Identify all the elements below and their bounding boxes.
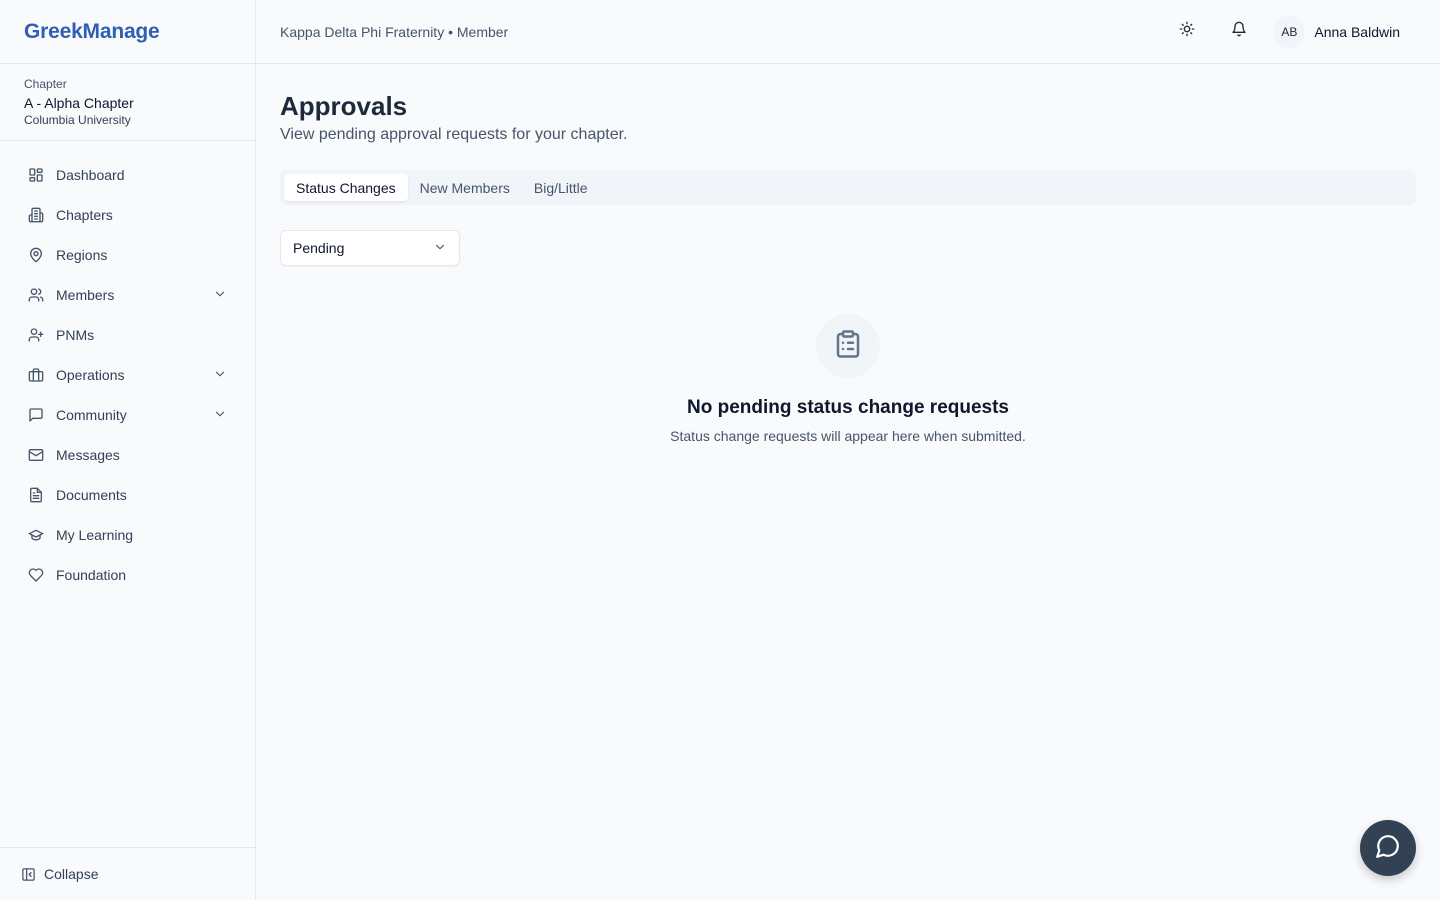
chat-icon bbox=[28, 407, 44, 423]
main-content: Approvals View pending approval requests… bbox=[280, 64, 1416, 444]
bell-icon bbox=[1231, 21, 1247, 42]
empty-state-message: Status change requests will appear here … bbox=[670, 428, 1026, 444]
status-filter-value: Pending bbox=[293, 240, 345, 256]
chevron-down-icon bbox=[433, 240, 447, 257]
sidebar-item-label: Dashboard bbox=[56, 167, 125, 183]
sidebar-item-operations[interactable]: Operations bbox=[0, 355, 255, 395]
heart-icon bbox=[28, 567, 44, 583]
sidebar-nav: Dashboard Chapters Regions Members PNMs … bbox=[0, 141, 255, 595]
briefcase-icon bbox=[28, 367, 44, 383]
chapter-label: Chapter bbox=[24, 77, 67, 91]
sidebar-item-label: Operations bbox=[56, 367, 125, 383]
map-pin-icon bbox=[28, 247, 44, 263]
sidebar-item-label: Documents bbox=[56, 487, 127, 503]
user-menu[interactable]: AB Anna Baldwin bbox=[1273, 15, 1400, 48]
chevron-down-icon[interactable] bbox=[213, 367, 227, 384]
graduation-cap-icon bbox=[28, 527, 44, 543]
chevron-down-icon[interactable] bbox=[213, 287, 227, 304]
chevron-down-icon[interactable] bbox=[213, 407, 227, 424]
building-icon bbox=[28, 207, 44, 223]
empty-state-icon-wrapper bbox=[816, 314, 880, 378]
sidebar-item-pnms[interactable]: PNMs bbox=[0, 315, 255, 355]
tab-new-members[interactable]: New Members bbox=[408, 174, 522, 201]
chapter-name: A - Alpha Chapter bbox=[24, 95, 134, 111]
panel-collapse-icon bbox=[21, 867, 36, 882]
breadcrumb: Kappa Delta Phi Fraternity • Member bbox=[280, 23, 509, 40]
page-subtitle: View pending approval requests for your … bbox=[280, 126, 628, 143]
empty-state: No pending status change requests Status… bbox=[280, 314, 1416, 444]
sidebar-item-messages[interactable]: Messages bbox=[0, 435, 255, 475]
clipboard-list-icon bbox=[833, 329, 863, 364]
sidebar-item-community[interactable]: Community bbox=[0, 395, 255, 435]
sidebar-item-label: Community bbox=[56, 407, 127, 423]
document-icon bbox=[28, 487, 44, 503]
collapse-button[interactable]: Collapse bbox=[0, 847, 255, 900]
sidebar-item-dashboard[interactable]: Dashboard bbox=[0, 155, 255, 195]
tabs: Status Changes New Members Big/Little bbox=[280, 170, 1416, 205]
chat-button[interactable] bbox=[1360, 820, 1416, 876]
sidebar-item-label: Chapters bbox=[56, 207, 113, 223]
status-filter-select[interactable]: Pending bbox=[280, 230, 460, 266]
sun-icon bbox=[1179, 21, 1195, 42]
brand: GreekManage bbox=[0, 0, 255, 64]
sidebar-item-label: Messages bbox=[56, 447, 120, 463]
mail-icon bbox=[28, 447, 44, 463]
page-title: Approvals bbox=[280, 91, 408, 121]
top-bar: Kappa Delta Phi Fraternity • Member AB A… bbox=[256, 0, 1440, 64]
collapse-label: Collapse bbox=[44, 866, 99, 882]
message-circle-icon bbox=[1375, 833, 1401, 864]
user-plus-icon bbox=[28, 327, 44, 343]
empty-state-title: No pending status change requests bbox=[687, 397, 1009, 418]
sidebar-item-label: PNMs bbox=[56, 327, 95, 343]
sidebar-item-label: My Learning bbox=[56, 527, 134, 543]
chapter-university: Columbia University bbox=[24, 113, 131, 127]
user-name[interactable]: Anna Baldwin bbox=[1314, 24, 1400, 40]
sidebar-item-documents[interactable]: Documents bbox=[0, 475, 255, 515]
sidebar: GreekManage Chapter A - Alpha Chapter Co… bbox=[0, 0, 256, 900]
chapter-info: Chapter A - Alpha Chapter Columbia Unive… bbox=[0, 64, 255, 141]
sidebar-item-label: Foundation bbox=[56, 567, 127, 583]
sidebar-item-members[interactable]: Members bbox=[0, 275, 255, 315]
tab-status-changes[interactable]: Status Changes bbox=[284, 174, 408, 201]
users-icon bbox=[28, 287, 44, 303]
dashboard-icon bbox=[28, 167, 44, 183]
theme-toggle-button[interactable] bbox=[1169, 14, 1205, 50]
sidebar-item-label: Members bbox=[56, 287, 115, 303]
sidebar-item-label: Regions bbox=[56, 247, 108, 263]
sidebar-item-chapters[interactable]: Chapters bbox=[0, 195, 255, 235]
avatar[interactable]: AB bbox=[1273, 15, 1306, 48]
notifications-button[interactable] bbox=[1221, 14, 1257, 50]
tab-big-little[interactable]: Big/Little bbox=[522, 174, 600, 201]
sidebar-item-regions[interactable]: Regions bbox=[0, 235, 255, 275]
brand-logo-text[interactable]: GreekManage bbox=[24, 20, 160, 44]
sidebar-item-my-learning[interactable]: My Learning bbox=[0, 515, 255, 555]
sidebar-item-foundation[interactable]: Foundation bbox=[0, 555, 255, 595]
